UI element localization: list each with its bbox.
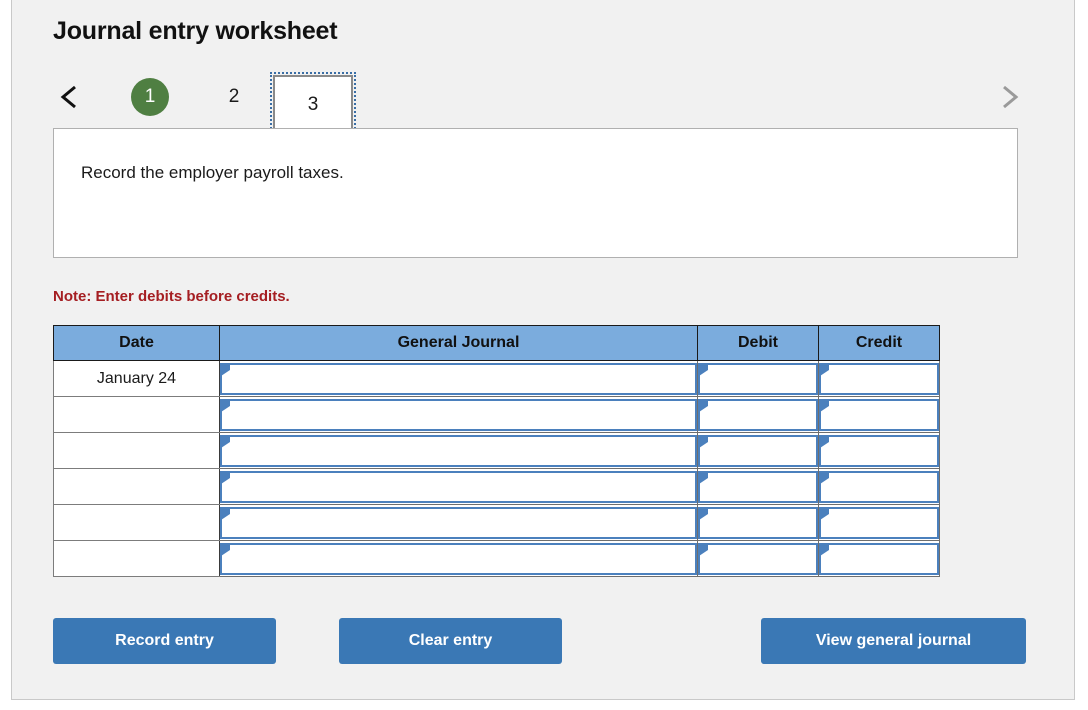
debit-input[interactable] — [698, 506, 818, 539]
table-row: January 24 — [53, 360, 940, 397]
clear-entry-button[interactable]: Clear entry — [339, 618, 562, 664]
debit-cell[interactable] — [697, 360, 819, 397]
general-journal-cell[interactable] — [219, 468, 698, 505]
dropdown-marker-icon — [820, 399, 829, 412]
date-cell — [53, 432, 220, 469]
dropdown-marker-icon — [699, 471, 708, 484]
instruction-text: Record the employer payroll taxes. — [81, 163, 344, 182]
general-journal-cell[interactable] — [219, 540, 698, 577]
debit-cell[interactable] — [697, 468, 819, 505]
credit-input[interactable] — [819, 398, 939, 431]
credit-input[interactable] — [819, 506, 939, 539]
dropdown-marker-icon — [221, 435, 230, 448]
debit-input[interactable] — [698, 434, 818, 467]
instruction-panel: Record the employer payroll taxes. — [53, 128, 1018, 258]
credit-input[interactable] — [819, 470, 939, 503]
chevron-left-icon[interactable] — [56, 82, 82, 112]
credit-input[interactable] — [819, 434, 939, 467]
column-header-credit: Credit — [818, 325, 940, 361]
general-journal-cell[interactable] — [219, 396, 698, 433]
general-journal-cell[interactable] — [219, 360, 698, 397]
column-header-debit: Debit — [697, 325, 819, 361]
dropdown-marker-icon — [820, 363, 829, 376]
date-cell — [53, 468, 220, 505]
credit-cell[interactable] — [818, 396, 940, 433]
table-row — [53, 396, 940, 433]
debit-cell[interactable] — [697, 504, 819, 541]
credit-input[interactable] — [819, 362, 939, 395]
debits-before-credits-note: Note: Enter debits before credits. — [53, 288, 290, 305]
credit-cell[interactable] — [818, 468, 940, 505]
journal-entry-table: Date General Journal Debit Credit Januar… — [53, 325, 940, 577]
page-title: Journal entry worksheet — [53, 17, 338, 45]
step-pager: 1 2 3 — [12, 72, 1076, 134]
date-cell: January 24 — [53, 360, 220, 397]
date-cell — [53, 396, 220, 433]
credit-cell[interactable] — [818, 504, 940, 541]
table-row — [53, 504, 940, 541]
dropdown-marker-icon — [221, 507, 230, 520]
step-tab-2[interactable]: 2 — [215, 78, 253, 116]
general-journal-cell[interactable] — [219, 432, 698, 469]
debit-input[interactable] — [698, 362, 818, 395]
record-entry-button[interactable]: Record entry — [53, 618, 276, 664]
dropdown-marker-icon — [699, 363, 708, 376]
table-row — [53, 432, 940, 469]
dropdown-marker-icon — [699, 399, 708, 412]
credit-cell[interactable] — [818, 360, 940, 397]
dropdown-marker-icon — [820, 471, 829, 484]
dropdown-marker-icon — [699, 507, 708, 520]
dropdown-marker-icon — [221, 363, 230, 376]
credit-cell[interactable] — [818, 540, 940, 577]
dropdown-marker-icon — [699, 543, 708, 556]
dropdown-marker-icon — [699, 435, 708, 448]
chevron-right-icon[interactable] — [996, 82, 1022, 112]
column-header-general-journal: General Journal — [219, 325, 698, 361]
debit-input[interactable] — [698, 470, 818, 503]
table-row — [53, 468, 940, 505]
table-row — [53, 540, 940, 577]
column-header-date: Date — [53, 325, 220, 361]
dropdown-marker-icon — [820, 507, 829, 520]
dropdown-marker-icon — [820, 543, 829, 556]
debit-cell[interactable] — [697, 540, 819, 577]
credit-input[interactable] — [819, 542, 939, 575]
view-general-journal-button[interactable]: View general journal — [761, 618, 1026, 664]
date-cell — [53, 504, 220, 541]
general-journal-cell[interactable] — [219, 504, 698, 541]
worksheet-card: Journal entry worksheet 1 2 3 Record the… — [11, 0, 1075, 700]
step-tab-3[interactable]: 3 — [270, 72, 356, 133]
dropdown-marker-icon — [221, 543, 230, 556]
general-journal-input[interactable] — [220, 470, 697, 503]
debit-cell[interactable] — [697, 396, 819, 433]
table-header-row: Date General Journal Debit Credit — [53, 325, 940, 361]
dropdown-marker-icon — [221, 399, 230, 412]
general-journal-input[interactable] — [220, 398, 697, 431]
credit-cell[interactable] — [818, 432, 940, 469]
debit-input[interactable] — [698, 542, 818, 575]
general-journal-input[interactable] — [220, 362, 697, 395]
debit-input[interactable] — [698, 398, 818, 431]
general-journal-input[interactable] — [220, 542, 697, 575]
step-tab-1[interactable]: 1 — [131, 78, 169, 116]
general-journal-input[interactable] — [220, 506, 697, 539]
date-cell — [53, 540, 220, 577]
dropdown-marker-icon — [221, 471, 230, 484]
debit-cell[interactable] — [697, 432, 819, 469]
dropdown-marker-icon — [820, 435, 829, 448]
general-journal-input[interactable] — [220, 434, 697, 467]
